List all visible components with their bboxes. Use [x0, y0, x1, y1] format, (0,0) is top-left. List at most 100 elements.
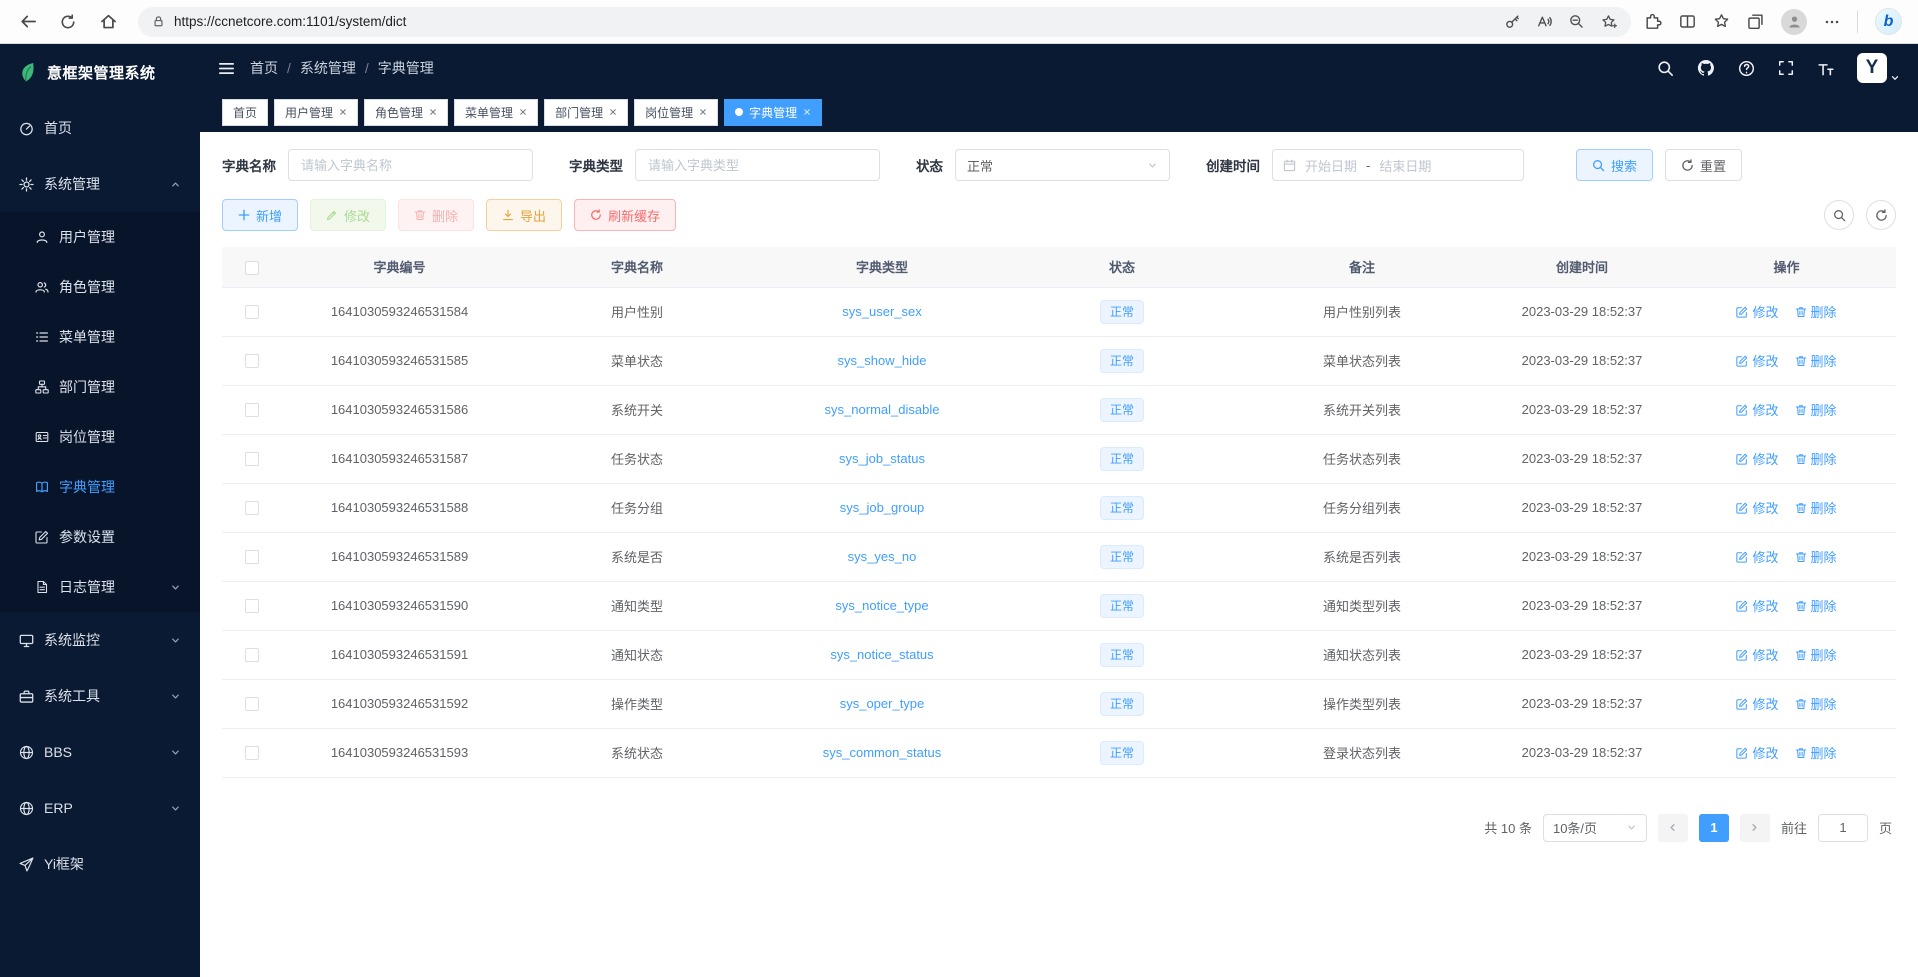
- home-icon[interactable]: [92, 6, 124, 38]
- tab-menu[interactable]: 菜单管理: [454, 99, 538, 126]
- github-icon[interactable]: [1697, 59, 1715, 77]
- tab-post[interactable]: 岗位管理: [634, 99, 718, 126]
- date-range-picker[interactable]: 开始日期 - 结束日期: [1272, 149, 1524, 181]
- row-checkbox[interactable]: [245, 599, 259, 613]
- reset-button[interactable]: 重置: [1665, 149, 1742, 181]
- sidebar-item-system[interactable]: 系统管理: [0, 156, 200, 212]
- collections-icon[interactable]: [1747, 13, 1764, 30]
- row-delete-action[interactable]: 删除: [1795, 547, 1837, 566]
- add-button[interactable]: 新增: [222, 199, 298, 231]
- address-bar[interactable]: https://ccnetcore.com:1101/system/dict: [138, 7, 1631, 37]
- sidebar-item-dept[interactable]: 部门管理: [0, 362, 200, 412]
- row-checkbox[interactable]: [245, 501, 259, 515]
- prev-page-button[interactable]: [1658, 814, 1688, 842]
- browser-menu-dots-icon[interactable]: [1824, 14, 1840, 30]
- close-icon[interactable]: [803, 108, 811, 116]
- sidebar-item-tools[interactable]: 系统工具: [0, 668, 200, 724]
- dict-type-link[interactable]: sys_user_sex: [842, 304, 921, 319]
- sidebar-item-home[interactable]: 首页: [0, 100, 200, 156]
- select-all-checkbox[interactable]: [245, 261, 259, 275]
- row-checkbox[interactable]: [245, 403, 259, 417]
- back-icon[interactable]: [12, 6, 44, 38]
- goto-page-input[interactable]: [1818, 814, 1868, 842]
- page-size-select[interactable]: 10条/页: [1543, 814, 1647, 842]
- dict-type-link[interactable]: sys_yes_no: [848, 549, 917, 564]
- header-search-icon[interactable]: [1657, 60, 1674, 77]
- read-aloud-icon[interactable]: [1537, 14, 1552, 29]
- breadcrumb-dict[interactable]: 字典管理: [378, 58, 434, 78]
- row-edit-action[interactable]: 修改: [1736, 596, 1778, 615]
- row-delete-action[interactable]: 删除: [1795, 351, 1837, 370]
- browser-profile-avatar[interactable]: [1781, 9, 1807, 35]
- user-avatar[interactable]: Y: [1857, 53, 1900, 83]
- close-icon[interactable]: [699, 108, 707, 116]
- sidebar-item-role[interactable]: 角色管理: [0, 262, 200, 312]
- sidebar-item-config[interactable]: 参数设置: [0, 512, 200, 562]
- tab-dict[interactable]: 字典管理: [724, 99, 822, 126]
- dict-type-link[interactable]: sys_oper_type: [840, 696, 925, 711]
- close-icon[interactable]: [339, 108, 347, 116]
- sidebar-item-log[interactable]: 日志管理: [0, 562, 200, 612]
- close-icon[interactable]: [519, 108, 527, 116]
- row-edit-action[interactable]: 修改: [1736, 645, 1778, 664]
- row-checkbox[interactable]: [245, 550, 259, 564]
- edit-button[interactable]: 修改: [310, 199, 386, 231]
- dict-type-link[interactable]: sys_normal_disable: [825, 402, 940, 417]
- row-edit-action[interactable]: 修改: [1736, 449, 1778, 468]
- sidebar-item-erp[interactable]: ERP: [0, 780, 200, 836]
- show-search-toggle-button[interactable]: [1824, 200, 1854, 230]
- row-delete-action[interactable]: 删除: [1795, 498, 1837, 517]
- row-edit-action[interactable]: 修改: [1736, 547, 1778, 566]
- delete-button[interactable]: 删除: [398, 199, 474, 231]
- zoom-out-icon[interactable]: [1569, 14, 1584, 29]
- row-checkbox[interactable]: [245, 354, 259, 368]
- page-number-button[interactable]: 1: [1699, 814, 1729, 842]
- split-screen-icon[interactable]: [1679, 13, 1696, 30]
- row-edit-action[interactable]: 修改: [1736, 351, 1778, 370]
- close-icon[interactable]: [429, 108, 437, 116]
- sidebar-item-menu[interactable]: 菜单管理: [0, 312, 200, 362]
- row-delete-action[interactable]: 删除: [1795, 449, 1837, 468]
- sidebar-item-yi[interactable]: Yi框架: [0, 836, 200, 892]
- status-select[interactable]: 正常: [955, 149, 1170, 181]
- row-delete-action[interactable]: 删除: [1795, 400, 1837, 419]
- row-checkbox[interactable]: [245, 746, 259, 760]
- dict-type-link[interactable]: sys_show_hide: [838, 353, 927, 368]
- row-checkbox[interactable]: [245, 648, 259, 662]
- tab-user[interactable]: 用户管理: [274, 99, 358, 126]
- row-edit-action[interactable]: 修改: [1736, 743, 1778, 762]
- dict-type-input[interactable]: [635, 149, 880, 181]
- dict-type-link[interactable]: sys_notice_status: [830, 647, 933, 662]
- row-checkbox[interactable]: [245, 305, 259, 319]
- sidebar-item-post[interactable]: 岗位管理: [0, 412, 200, 462]
- app-logo[interactable]: 意框架管理系统: [0, 44, 200, 100]
- tab-dept[interactable]: 部门管理: [544, 99, 628, 126]
- row-delete-action[interactable]: 删除: [1795, 743, 1837, 762]
- refresh-icon[interactable]: [52, 6, 84, 38]
- search-button[interactable]: 搜索: [1576, 149, 1653, 181]
- tab-role[interactable]: 角色管理: [364, 99, 448, 126]
- row-edit-action[interactable]: 修改: [1736, 694, 1778, 713]
- sidebar-item-bbs[interactable]: BBS: [0, 724, 200, 780]
- sidebar-toggle-icon[interactable]: [218, 60, 235, 77]
- sidebar-item-user[interactable]: 用户管理: [0, 212, 200, 262]
- row-edit-action[interactable]: 修改: [1736, 498, 1778, 517]
- dict-type-link[interactable]: sys_common_status: [823, 745, 942, 760]
- export-button[interactable]: 导出: [486, 199, 562, 231]
- refresh-cache-button[interactable]: 刷新缓存: [574, 199, 676, 231]
- fullscreen-icon[interactable]: [1778, 60, 1794, 76]
- breadcrumb-system[interactable]: 系统管理: [300, 58, 356, 78]
- row-delete-action[interactable]: 删除: [1795, 596, 1837, 615]
- breadcrumb-home[interactable]: 首页: [250, 58, 278, 78]
- refresh-table-button[interactable]: [1866, 200, 1896, 230]
- next-page-button[interactable]: [1740, 814, 1770, 842]
- row-delete-action[interactable]: 删除: [1795, 694, 1837, 713]
- row-checkbox[interactable]: [245, 452, 259, 466]
- row-delete-action[interactable]: 删除: [1795, 645, 1837, 664]
- row-delete-action[interactable]: 删除: [1795, 302, 1837, 321]
- dict-name-input[interactable]: [288, 149, 533, 181]
- add-favorite-star-icon[interactable]: [1601, 14, 1617, 30]
- dict-type-link[interactable]: sys_job_group: [840, 500, 925, 515]
- dict-type-link[interactable]: sys_notice_type: [835, 598, 928, 613]
- sidebar-item-monitor[interactable]: 系统监控: [0, 612, 200, 668]
